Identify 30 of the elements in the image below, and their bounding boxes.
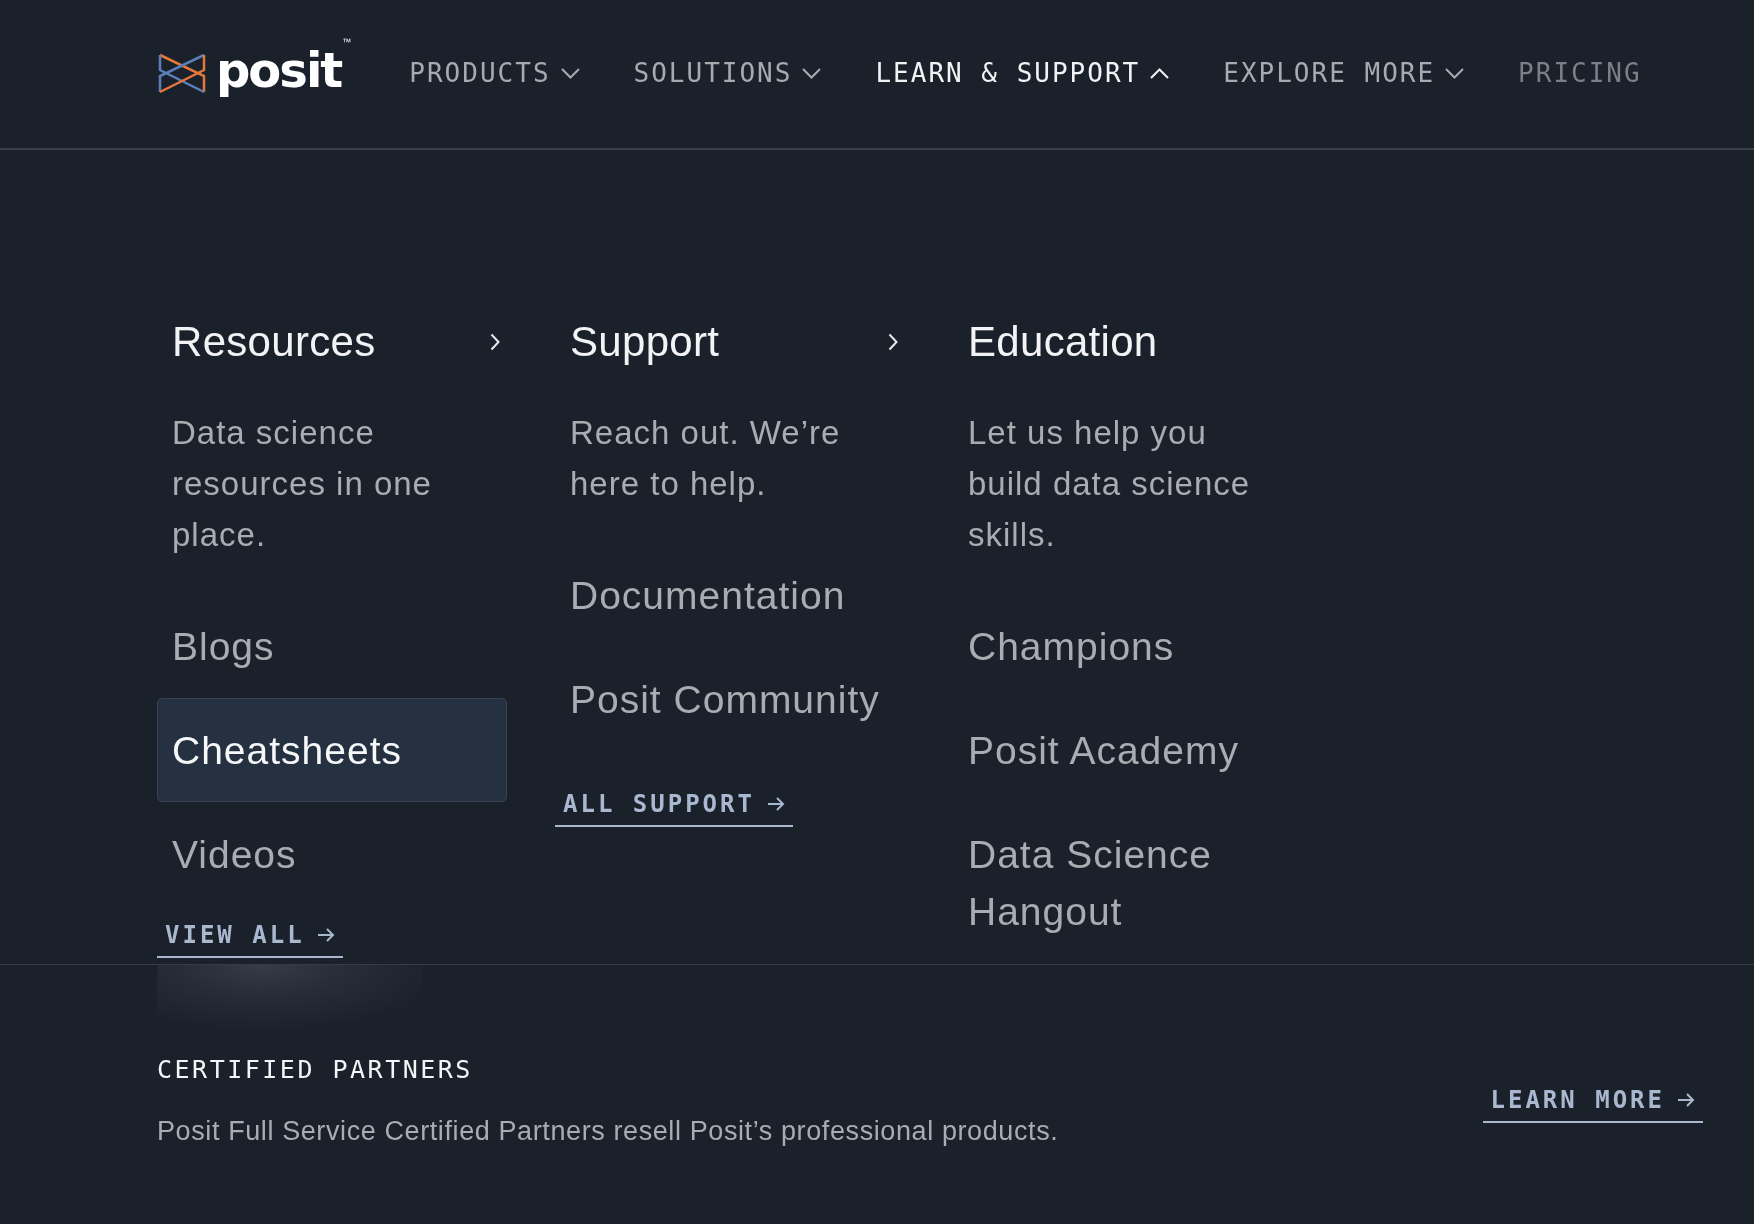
nav-menu-button[interactable]: SOLUTIONS bbox=[633, 57, 822, 89]
column-heading[interactable]: Support bbox=[570, 317, 720, 367]
menu-item[interactable]: Cheatsheets bbox=[157, 698, 507, 802]
column-description: Let us help you build data science skills. bbox=[967, 413, 1252, 555]
arrow-right-icon bbox=[766, 797, 785, 811]
nav-link[interactable]: PRICING bbox=[1518, 57, 1642, 89]
arrow-right-icon bbox=[316, 928, 335, 942]
menu-item[interactable]: Documentation bbox=[555, 543, 905, 647]
nav-menu-button[interactable]: EXPLORE MORE bbox=[1223, 57, 1465, 89]
arrow-link[interactable]: LEARN MORE bbox=[1482, 1085, 1703, 1123]
logo-wordmark[interactable]: posit bbox=[216, 45, 342, 95]
menu-item[interactable]: Posit Academy bbox=[953, 698, 1303, 802]
arrow-link[interactable]: VIEW ALL bbox=[157, 920, 343, 958]
menu-item[interactable]: Champions bbox=[953, 594, 1303, 698]
trademark-sign: ™ bbox=[342, 37, 352, 47]
arrow-right-icon bbox=[1677, 1093, 1695, 1107]
logo-icon bbox=[158, 52, 206, 94]
section-description: Posit Full Service Certified Partners resell Posit’s professional products. bbox=[157, 1115, 1059, 1148]
menu-item[interactable]: Blogs bbox=[157, 594, 507, 698]
menu-item[interactable]: Videos bbox=[157, 802, 507, 906]
nav-menu-button[interactable]: LEARN & SUPPORT bbox=[875, 57, 1170, 89]
column-description: Data science resources in one place. bbox=[171, 413, 433, 555]
menu-item[interactable]: Posit Community bbox=[555, 647, 905, 751]
column-heading[interactable]: Education bbox=[968, 317, 1158, 367]
nav-menu-button[interactable]: PRODUCTS bbox=[409, 57, 580, 89]
menu-item[interactable]: Data Science Hangout bbox=[953, 802, 1303, 963]
arrow-link[interactable]: ALL SUPPORT bbox=[555, 789, 793, 827]
column-heading[interactable]: Resources bbox=[172, 317, 376, 367]
column-description: Reach out. We’re here to help. bbox=[569, 413, 842, 504]
section-title: CERTIFIED PARTNERS bbox=[157, 1055, 473, 1085]
